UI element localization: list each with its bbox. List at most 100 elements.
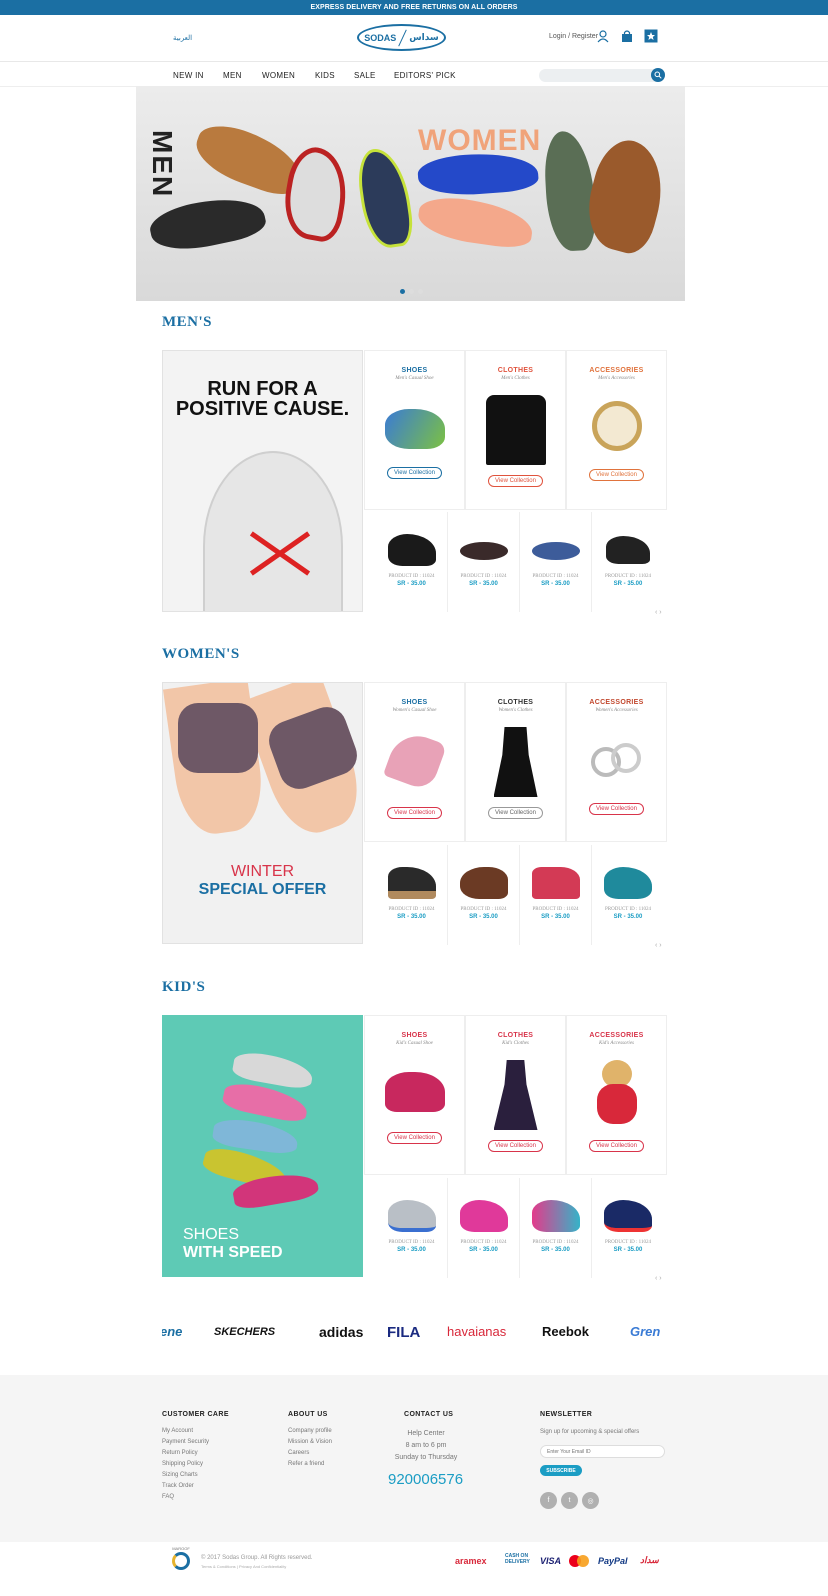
category-card-shoes[interactable]: SHOES Kid's Casual Shoe View Collection xyxy=(364,1015,465,1175)
view-collection-button[interactable]: View Collection xyxy=(589,469,644,481)
category-card-accessories[interactable]: ACCESSORIES Kid's Accessories View Colle… xyxy=(566,1015,667,1175)
product-card[interactable]: PRODUCT ID : 11024 SR - 35.00 xyxy=(592,845,664,945)
shopping-bag-icon[interactable] xyxy=(620,29,634,43)
footer-link[interactable]: Track Order xyxy=(162,1481,209,1492)
brand-logo[interactable]: ene xyxy=(162,1324,182,1339)
newsletter-email-input[interactable] xyxy=(540,1445,665,1458)
nav-kids[interactable]: KIDS xyxy=(315,71,335,80)
promo-line2: SPECIAL OFFER xyxy=(198,881,327,898)
nav-sale[interactable]: SALE xyxy=(354,71,376,80)
site-logo[interactable]: SODAS سداس xyxy=(357,24,446,51)
rings-image xyxy=(589,741,645,781)
footer-link[interactable]: Refer a friend xyxy=(288,1459,332,1470)
badge-label: MAROOF xyxy=(172,1546,190,1551)
kids-promo-banner[interactable]: SHOES WITH SPEED xyxy=(162,1015,363,1277)
teddy-bear-image xyxy=(592,1060,642,1130)
footer: CUSTOMER CARE My Account Payment Securit… xyxy=(0,1375,828,1542)
product-card[interactable]: PRODUCT ID : 11024 SR - 35.00 xyxy=(376,1178,448,1278)
carousel-arrows[interactable]: ‹ › xyxy=(655,1275,662,1282)
brand-logo[interactable]: SKECHERS xyxy=(214,1326,275,1338)
footer-link[interactable]: Sizing Charts xyxy=(162,1470,209,1481)
brand-logo[interactable]: Reebok xyxy=(542,1324,589,1339)
carousel-arrows[interactable]: ‹ › xyxy=(655,942,662,949)
category-card-shoes[interactable]: SHOES Men's Casual Shoe View Collection xyxy=(364,350,465,510)
wishlist-star-icon[interactable] xyxy=(644,29,658,43)
user-icon[interactable] xyxy=(596,29,610,43)
footer-link[interactable]: Company profile xyxy=(288,1426,332,1437)
brand-logo[interactable]: havaianas xyxy=(447,1324,506,1339)
category-card-accessories[interactable]: ACCESSORIES Women's Accessories View Col… xyxy=(566,682,667,842)
carousel-dot[interactable] xyxy=(418,289,423,294)
view-collection-button[interactable]: View Collection xyxy=(488,807,543,819)
footer-link[interactable]: FAQ xyxy=(162,1492,209,1503)
product-price: SR - 35.00 xyxy=(613,1247,643,1253)
product-card[interactable]: PRODUCT ID : 11024 SR - 35.00 xyxy=(520,512,592,612)
search-button[interactable] xyxy=(651,68,665,82)
product-id: PRODUCT ID : 11024 xyxy=(460,574,507,579)
subscribe-button[interactable]: SUBSCRIBE xyxy=(540,1465,582,1476)
view-collection-button[interactable]: View Collection xyxy=(488,475,543,487)
brand-logo[interactable]: FILA xyxy=(387,1324,420,1341)
product-card[interactable]: PRODUCT ID : 11024 SR - 35.00 xyxy=(592,1178,664,1278)
view-collection-button[interactable]: View Collection xyxy=(387,1132,442,1144)
carousel-arrows[interactable]: ‹ › xyxy=(655,609,662,616)
view-collection-button[interactable]: View Collection xyxy=(488,1140,543,1152)
category-title: ACCESSORIES xyxy=(589,1032,644,1039)
product-price: SR - 35.00 xyxy=(397,581,426,587)
footer-link[interactable]: My Account xyxy=(162,1426,209,1437)
phone-number[interactable]: 920006576 xyxy=(388,1471,463,1488)
brand-logo[interactable]: adidas xyxy=(319,1324,363,1340)
nav-men[interactable]: MEN xyxy=(223,71,242,80)
nav-new-in[interactable]: NEW IN xyxy=(173,71,204,80)
category-card-clothes[interactable]: CLOTHES Kid's Clothes View Collection xyxy=(465,1015,566,1175)
womens-promo-banner[interactable]: WINTER SPECIAL OFFER xyxy=(162,682,363,944)
instagram-icon[interactable]: ◎ xyxy=(582,1492,599,1509)
sandal-strap-image xyxy=(178,703,258,773)
category-card-clothes[interactable]: CLOTHES Men's Clothes View Collection xyxy=(465,350,566,510)
footer-link[interactable]: Mission & Vision xyxy=(288,1437,332,1448)
view-collection-button[interactable]: View Collection xyxy=(387,807,442,819)
footer-link[interactable]: Payment Security xyxy=(162,1437,209,1448)
product-card[interactable]: PRODUCT ID : 11024 SR - 35.00 xyxy=(592,512,664,612)
twitter-icon[interactable]: t xyxy=(561,1492,578,1509)
product-card[interactable]: PRODUCT ID : 11024 SR - 35.00 xyxy=(448,512,520,612)
maroof-badge[interactable]: MAROOF xyxy=(166,1546,196,1572)
category-subtitle: Men's Casual Shoe xyxy=(395,376,434,381)
sandal-image xyxy=(384,1072,445,1112)
maroof-icon xyxy=(172,1552,190,1570)
category-card-shoes[interactable]: SHOES Women's Casual Shoe View Collectio… xyxy=(364,682,465,842)
login-register-link[interactable]: Login / Register xyxy=(549,33,598,40)
category-card-clothes[interactable]: CLOTHES Women's Clothes View Collection xyxy=(465,682,566,842)
category-title: CLOTHES xyxy=(497,699,534,706)
product-card[interactable]: PRODUCT ID : 11024 SR - 35.00 xyxy=(376,845,448,945)
product-card[interactable]: PRODUCT ID : 11024 SR - 35.00 xyxy=(520,845,592,945)
footer-link[interactable]: Careers xyxy=(288,1448,332,1459)
product-card[interactable]: PRODUCT ID : 11024 SR - 35.00 xyxy=(520,1178,592,1278)
product-image xyxy=(459,1200,508,1232)
nav-women[interactable]: WOMEN xyxy=(262,71,295,80)
view-collection-button[interactable]: View Collection xyxy=(589,803,644,815)
product-card[interactable]: PRODUCT ID : 11024 SR - 35.00 xyxy=(448,845,520,945)
footer-link[interactable]: Return Policy xyxy=(162,1448,209,1459)
category-card-accessories[interactable]: ACCESSORIES Men's Accessories View Colle… xyxy=(566,350,667,510)
view-collection-button[interactable]: View Collection xyxy=(589,1140,644,1152)
language-switch[interactable]: العربية xyxy=(173,34,192,42)
footer-link[interactable]: Shipping Policy xyxy=(162,1459,209,1470)
view-collection-button[interactable]: View Collection xyxy=(387,467,442,479)
terms-links[interactable]: Terms & Conditions | Privacy And Confide… xyxy=(201,1564,286,1569)
product-price: SR - 35.00 xyxy=(397,914,426,920)
promo-line2: POSITIVE CAUSE. xyxy=(175,398,350,420)
product-id: PRODUCT ID : 11024 xyxy=(605,574,651,579)
mens-promo-banner[interactable]: RUN FOR A POSITIVE CAUSE. xyxy=(162,350,363,612)
nav-editors-pick[interactable]: EDITORS' PICK xyxy=(394,71,456,80)
search-input[interactable] xyxy=(539,69,665,82)
product-card[interactable]: PRODUCT ID : 11024 SR - 35.00 xyxy=(448,1178,520,1278)
carousel-dot[interactable] xyxy=(400,289,405,294)
bottom-bar: MAROOF © 2017 Sodas Group. All Rights re… xyxy=(0,1542,828,1596)
product-card[interactable]: PRODUCT ID : 11024 SR - 35.00 xyxy=(376,512,448,612)
carousel-dot[interactable] xyxy=(409,289,414,294)
brand-logo[interactable]: Gren xyxy=(630,1324,660,1339)
facebook-icon[interactable]: f xyxy=(540,1492,557,1509)
hero-banner[interactable]: MEN WOMEN xyxy=(136,86,685,301)
product-image xyxy=(459,542,508,560)
